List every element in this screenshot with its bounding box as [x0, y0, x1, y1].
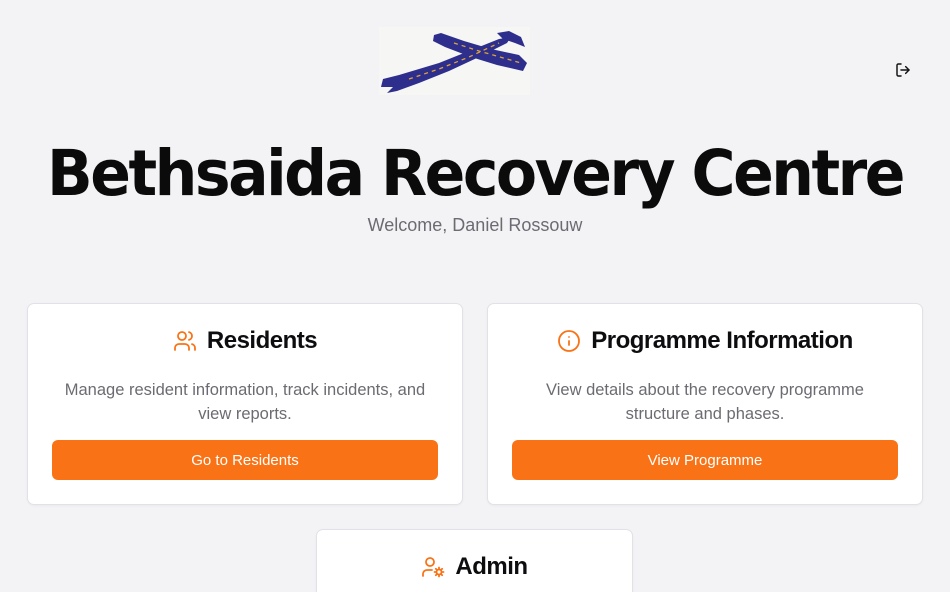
- residents-card-title: Residents: [206, 327, 318, 354]
- dashboard-page: Bethsaida Recovery Centre Welcome, Danie…: [0, 0, 950, 592]
- welcome-message: Welcome, Daniel Rossouw: [367, 215, 583, 235]
- admin-card-header: Admin: [317, 552, 632, 582]
- residents-card: Residents Manage resident information, t…: [27, 303, 463, 505]
- programme-card-description: View details about the recovery programm…: [546, 381, 864, 423]
- page-title: Bethsaida Recovery Centre: [47, 136, 905, 212]
- programme-card-title: Programme Information: [591, 327, 853, 354]
- residents-card-header: Residents: [28, 326, 462, 356]
- programme-card: Programme Information View details about…: [487, 303, 923, 505]
- admin-card: Admin: [316, 529, 633, 592]
- logout-icon: [896, 63, 910, 77]
- users-icon: [173, 329, 197, 353]
- residents-card-description: Manage resident information, track incid…: [64, 381, 426, 423]
- admin-card-title: Admin: [455, 553, 528, 580]
- view-programme-button[interactable]: View Programme: [512, 440, 898, 480]
- logo-image: [379, 27, 530, 95]
- info-icon: [557, 329, 581, 353]
- logout-button[interactable]: [892, 59, 914, 81]
- go-to-residents-button[interactable]: Go to Residents: [52, 440, 438, 480]
- programme-card-header: Programme Information: [488, 326, 922, 356]
- user-cog-icon: [421, 555, 445, 579]
